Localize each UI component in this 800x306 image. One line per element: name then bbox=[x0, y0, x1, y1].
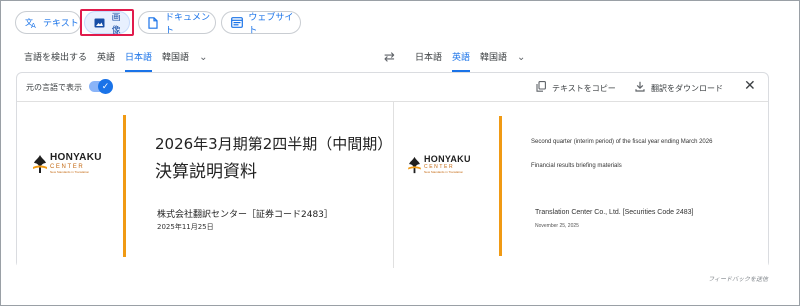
document-date: 2025年11月25日 bbox=[157, 223, 214, 231]
honyaku-logo: HONYAKU CENTER New Standards in Translat… bbox=[408, 155, 471, 174]
source-lang-japanese[interactable]: 日本語 bbox=[125, 44, 153, 72]
mode-document-button[interactable]: ドキュメント bbox=[138, 11, 216, 36]
honyaku-mark-icon bbox=[408, 156, 421, 173]
download-translation-label: 翻訳をダウンロード bbox=[651, 83, 723, 93]
swap-languages-icon[interactable]: ⇄ bbox=[384, 50, 395, 65]
check-icon: ✓ bbox=[98, 79, 113, 94]
source-language-bar: 言語を検出する 英語 日本語 韓国語 ⌄ bbox=[24, 44, 217, 72]
original-document-image: HONYAKU CENTER New Standards in Translat… bbox=[17, 103, 393, 268]
translated-title-line1: Second quarter (interim period) of the f… bbox=[531, 139, 713, 145]
orange-accent-bar bbox=[499, 116, 502, 256]
translate-icon: 文A bbox=[24, 17, 38, 29]
close-icon[interactable]: ✕ bbox=[744, 78, 756, 94]
translated-date: November 25, 2025 bbox=[535, 223, 579, 229]
honyaku-logo: HONYAKU CENTER New Standards in Translat… bbox=[33, 153, 102, 174]
logo-tagline: New Standards in Translation bbox=[50, 170, 90, 174]
panel-toolbar: 元の言語で表示 ✓ テキストをコピー 翻訳をダウンロード ✕ bbox=[17, 73, 768, 102]
mode-website-label: ウェブサイト bbox=[248, 12, 294, 36]
image-mode-highlight bbox=[80, 9, 134, 36]
chevron-down-icon[interactable]: ⌄ bbox=[517, 44, 525, 72]
svg-text:A: A bbox=[31, 22, 36, 29]
logo-main-text: HONYAKU bbox=[50, 152, 102, 163]
document-company: 株式会社翻訳センター［証券コード2483］ bbox=[157, 210, 333, 220]
mode-text-button[interactable]: 文A テキスト bbox=[15, 11, 81, 34]
target-language-bar: 日本語 英語 韓国語 ⌄ bbox=[415, 44, 535, 72]
logo-tagline: New Standards in Translation bbox=[424, 170, 464, 174]
send-feedback-link[interactable]: フィードバックを送信 bbox=[708, 274, 768, 283]
download-translation-button[interactable]: 翻訳をダウンロード bbox=[635, 81, 723, 95]
translated-company: Translation Center Co., Ltd. [Securities… bbox=[535, 209, 694, 216]
website-icon bbox=[230, 17, 243, 29]
document-icon bbox=[147, 16, 160, 29]
copy-text-button[interactable]: テキストをコピー bbox=[536, 81, 616, 95]
target-lang-japanese[interactable]: 日本語 bbox=[415, 44, 442, 72]
mode-document-label: ドキュメント bbox=[164, 12, 210, 36]
detect-language-tab[interactable]: 言語を検出する bbox=[24, 44, 87, 72]
copy-text-label: テキストをコピー bbox=[552, 83, 616, 93]
logo-main-text: HONYAKU bbox=[424, 154, 471, 164]
mode-website-button[interactable]: ウェブサイト bbox=[221, 11, 301, 36]
honyaku-mark-icon bbox=[33, 154, 47, 173]
translated-document-image: HONYAKU CENTER New Standards in Translat… bbox=[394, 103, 768, 268]
orange-accent-bar bbox=[123, 115, 126, 257]
download-icon bbox=[635, 81, 645, 95]
chevron-down-icon[interactable]: ⌄ bbox=[199, 44, 207, 72]
mode-text-label: テキスト bbox=[43, 19, 79, 29]
target-lang-english[interactable]: 英語 bbox=[452, 44, 471, 72]
translation-panel: 元の言語で表示 ✓ テキストをコピー 翻訳をダウンロード ✕ HONYAKU C… bbox=[16, 72, 769, 268]
copy-icon bbox=[536, 81, 546, 95]
target-lang-korean[interactable]: 韓国語 bbox=[480, 44, 507, 72]
document-title-line1: 2026年3月期第2四半期（中間期） bbox=[155, 135, 393, 153]
translated-title-line2: Financial results briefing materials bbox=[531, 163, 622, 169]
show-original-toggle[interactable]: ✓ bbox=[89, 79, 113, 94]
document-title-line2: 決算説明資料 bbox=[155, 162, 257, 182]
show-original-label: 元の言語で表示 bbox=[26, 83, 82, 92]
source-lang-korean[interactable]: 韓国語 bbox=[162, 44, 189, 72]
source-lang-english[interactable]: 英語 bbox=[97, 44, 115, 72]
